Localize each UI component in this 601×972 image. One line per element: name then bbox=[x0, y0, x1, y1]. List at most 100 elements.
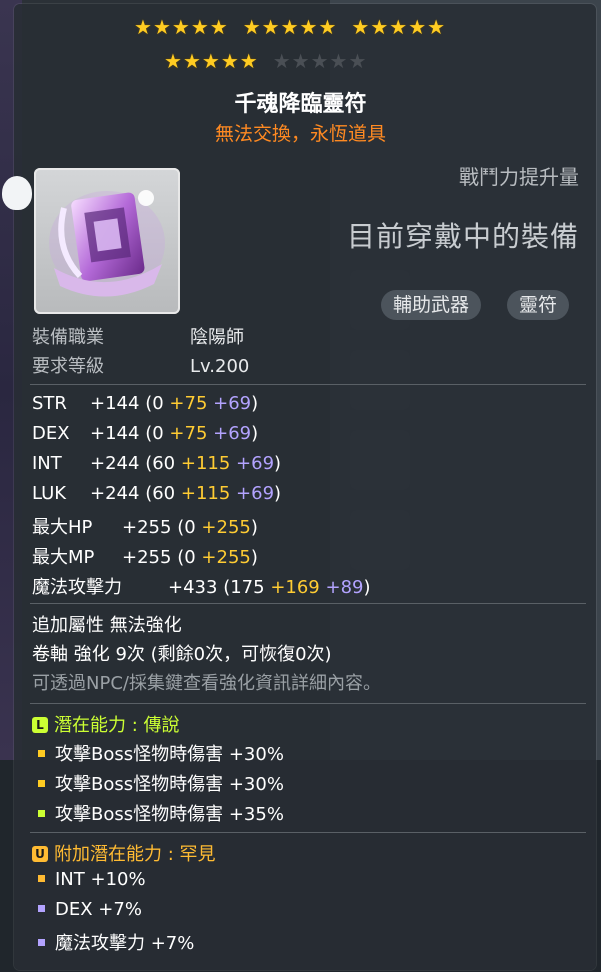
star-filled-icon: ★ bbox=[351, 15, 371, 39]
stat-close: ) bbox=[250, 547, 258, 568]
stat-base: (0 bbox=[177, 547, 196, 568]
cursor-hand-icon bbox=[2, 176, 32, 210]
star-empty-icon: ★ bbox=[272, 49, 292, 73]
star-filled-icon: ★ bbox=[261, 15, 281, 39]
stat-extra: +69 bbox=[213, 423, 252, 444]
legendary-badge-icon: L bbox=[32, 717, 48, 733]
level-value: Lv.200 bbox=[190, 356, 250, 377]
tag-talisman: 靈符 bbox=[507, 290, 570, 320]
potential-line: 攻擊Boss怪物時傷害 +30% bbox=[32, 740, 284, 766]
divider bbox=[30, 384, 586, 385]
star-filled-icon: ★ bbox=[164, 49, 183, 73]
stat-total: +244 bbox=[90, 453, 140, 474]
star-filled-icon: ★ bbox=[209, 15, 229, 39]
star-empty-icon: ★ bbox=[329, 49, 349, 73]
stat-total: +244 bbox=[90, 483, 140, 504]
bullet-icon bbox=[38, 750, 45, 757]
additional-potential-header: U 附加潛在能力 : 罕見 bbox=[32, 840, 216, 866]
trade-note: 無法交換，永恆道具 bbox=[214, 123, 386, 145]
stat-row: 魔法攻擊力 +433 (175 +169 +89) bbox=[32, 573, 371, 599]
stat-total: +255 bbox=[122, 517, 172, 538]
extra-attribute: 追加屬性 無法強化 bbox=[32, 615, 182, 636]
stat-bonus: +115 bbox=[180, 453, 231, 474]
stat-row: LUK +244 (60 +115 +69) bbox=[32, 483, 281, 504]
additional-line: 魔法攻擊力 +7% bbox=[32, 929, 194, 955]
item-icon-frame bbox=[34, 168, 180, 314]
stat-name: STR bbox=[32, 393, 67, 414]
stat-bonus: +75 bbox=[169, 423, 208, 444]
stat-extra: +69 bbox=[213, 393, 252, 414]
stat-row: INT +244 (60 +115 +69) bbox=[32, 453, 281, 474]
star-filled-icon: ★ bbox=[182, 49, 202, 73]
divider bbox=[30, 703, 586, 704]
stat-base: (0 bbox=[145, 393, 164, 414]
star-filled-icon: ★ bbox=[134, 15, 153, 39]
stat-total: +433 bbox=[168, 577, 218, 598]
stat-bonus: +75 bbox=[169, 393, 208, 414]
job-label: 裝備職業 bbox=[32, 327, 104, 348]
stat-base: (60 bbox=[145, 453, 176, 474]
star-filled-icon: ★ bbox=[408, 15, 428, 39]
star-filled-icon: ★ bbox=[201, 49, 221, 73]
stat-close: ) bbox=[363, 577, 371, 598]
potential-text: 攻擊Boss怪物時傷害 +35% bbox=[55, 804, 284, 825]
stat-base: (0 bbox=[177, 517, 196, 538]
tag-secondary-weapon: 輔助武器 bbox=[381, 290, 482, 320]
star-filled-icon: ★ bbox=[280, 15, 300, 39]
stat-base: (60 bbox=[145, 483, 176, 504]
stat-base: (175 bbox=[223, 577, 265, 598]
bullet-icon bbox=[38, 810, 45, 817]
star-filled-icon: ★ bbox=[370, 15, 390, 39]
star-force-row-2: ★★★★★ ★★★★★ bbox=[164, 50, 381, 72]
unique-badge-icon: U bbox=[32, 846, 48, 862]
potential-text: 攻擊Boss怪物時傷害 +30% bbox=[55, 744, 284, 765]
stat-total: +144 bbox=[90, 393, 140, 414]
stat-name: 最大MP bbox=[32, 547, 95, 568]
stat-total: +144 bbox=[90, 423, 140, 444]
star-filled-icon: ★ bbox=[242, 15, 262, 39]
additional-line: DEX +7% bbox=[32, 899, 142, 920]
stat-row: DEX +144 (0 +75 +69) bbox=[32, 423, 258, 444]
star-filled-icon: ★ bbox=[389, 15, 409, 39]
star-filled-icon: ★ bbox=[427, 15, 447, 39]
star-empty-icon: ★ bbox=[310, 49, 330, 73]
star-filled-icon: ★ bbox=[318, 15, 338, 39]
stat-bonus: +169 bbox=[270, 577, 320, 598]
potential-line: 攻擊Boss怪物時傷害 +35% bbox=[32, 800, 284, 826]
level-requirement: 要求等級 Lv.200 bbox=[32, 352, 249, 378]
star-filled-icon: ★ bbox=[299, 15, 319, 39]
stat-extra: +89 bbox=[325, 577, 364, 598]
talisman-icon bbox=[49, 190, 165, 297]
bullet-icon bbox=[38, 905, 45, 912]
additional-potential-title: 附加潛在能力 : 罕見 bbox=[54, 844, 216, 865]
stat-row: STR +144 (0 +75 +69) bbox=[32, 393, 258, 414]
star-filled-icon: ★ bbox=[171, 15, 191, 39]
stat-name: INT bbox=[32, 453, 62, 474]
stat-row: 最大MP +255 (0 +255) bbox=[32, 543, 258, 569]
star-empty-icon: ★ bbox=[291, 49, 311, 73]
stat-name: DEX bbox=[32, 423, 70, 444]
divider bbox=[30, 832, 586, 833]
item-name: 千魂降臨靈符 bbox=[234, 92, 367, 117]
bullet-icon bbox=[38, 780, 45, 787]
star-filled-icon: ★ bbox=[152, 15, 172, 39]
stat-name: LUK bbox=[32, 483, 67, 504]
stat-extra: +69 bbox=[236, 483, 275, 504]
additional-text: 魔法攻擊力 +7% bbox=[55, 933, 195, 954]
stat-close: ) bbox=[251, 393, 259, 414]
stat-row: 最大HP +255 (0 +255) bbox=[32, 513, 258, 539]
potential-title: 潛在能力 : 傳說 bbox=[54, 715, 180, 736]
star-filled-icon: ★ bbox=[220, 49, 240, 73]
bullet-icon bbox=[38, 939, 45, 946]
potential-text: 攻擊Boss怪物時傷害 +30% bbox=[55, 774, 284, 795]
potential-header: L 潛在能力 : 傳說 bbox=[32, 711, 180, 737]
star-force-row-1: ★★★★★ ★★★★★ ★★★★★ bbox=[134, 16, 460, 38]
scroll-upgrade: 卷軸 強化 9次 (剩餘0次，可恢復0次) bbox=[32, 644, 332, 665]
stat-bonus: +255 bbox=[201, 517, 251, 538]
stat-total: +255 bbox=[122, 547, 172, 568]
job-requirement: 裝備職業 陰陽師 bbox=[32, 323, 244, 349]
divider bbox=[30, 603, 586, 604]
star-empty-icon: ★ bbox=[348, 49, 368, 73]
additional-text: DEX +7% bbox=[55, 899, 142, 920]
potential-line: 攻擊Boss怪物時傷害 +30% bbox=[32, 770, 284, 796]
